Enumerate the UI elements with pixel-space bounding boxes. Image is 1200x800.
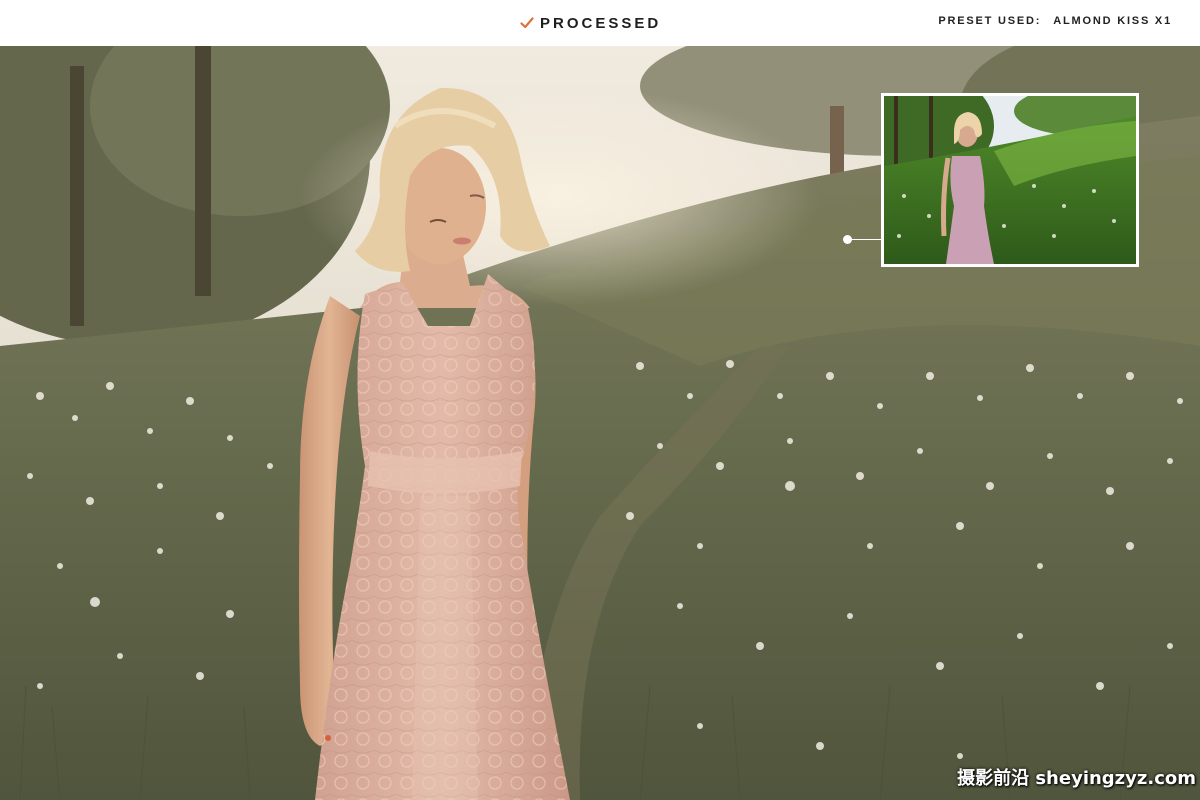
processed-status: PROCESSED xyxy=(520,13,661,33)
top-bar: PROCESSED PRESET USED: ALMOND KISS X1 xyxy=(0,0,1200,46)
watermark: 摄影前沿 sheyingzyz.com xyxy=(957,768,1196,789)
connector-line xyxy=(850,239,882,240)
preset-value: ALMOND KISS X1 xyxy=(1053,15,1172,27)
before-thumbnail xyxy=(881,93,1139,267)
preset-label: PRESET USED: xyxy=(938,15,1042,27)
preset-info: PRESET USED: ALMOND KISS X1 xyxy=(938,15,1172,27)
status-label: PROCESSED xyxy=(540,14,662,32)
check-icon xyxy=(520,17,534,29)
